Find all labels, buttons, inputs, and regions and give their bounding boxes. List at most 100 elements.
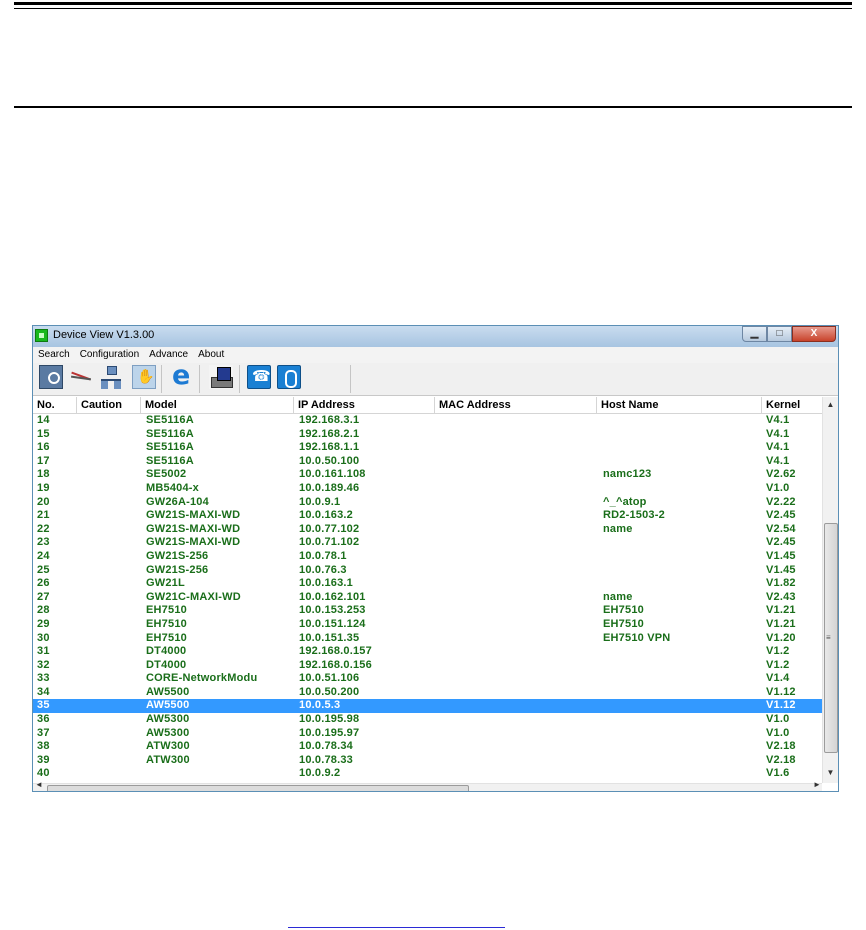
table-row[interactable]: 34 AW5500 10.0.50.200 V1.12 [33,686,822,700]
table-row[interactable]: 30 EH7510 10.0.151.35 EH7510 VPN V1.20 [33,632,822,646]
cell-kernel: V1.20 [766,631,796,644]
cell-ip: 192.168.0.156 [299,658,372,671]
cell-model: EH7510 [146,604,187,617]
cell-kernel: V1.0 [766,713,790,726]
table-row[interactable]: 39 ATW300 10.0.78.33 V2.18 [33,754,822,768]
vertical-scrollbar[interactable]: ▲ ≡ ▼ [822,397,838,783]
phone-icon[interactable] [247,365,271,389]
col-header-host[interactable]: Host Name [597,397,762,413]
col-header-caution[interactable]: Caution [77,397,141,413]
table-row[interactable]: 14 SE5116A 192.168.3.1 V4.1 [33,414,822,428]
maximize-button[interactable]: □ [767,326,792,342]
col-header-model[interactable]: Model [141,397,294,413]
table-row[interactable]: 19 MB5404-x 10.0.189.46 V1.0 [33,482,822,496]
table-row[interactable]: 15 SE5116A 192.168.2.1 V4.1 [33,428,822,442]
internet-explorer-icon[interactable] [169,360,193,391]
scroll-right-icon[interactable]: ► [813,780,821,789]
cell-kernel: V2.62 [766,468,796,481]
table-row[interactable]: 21 GW21S-MAXI-WD 10.0.163.2 RD2-1503-2 V2.45 [33,509,822,523]
cell-ip: 10.0.77.102 [299,522,360,535]
cell-no: 38 [37,740,50,753]
cell-model: GW21C-MAXI-WD [146,590,241,603]
col-header-kernel[interactable]: Kernel [762,397,822,413]
col-header-mac[interactable]: MAC Address [435,397,597,413]
table-row[interactable]: 17 SE5116A 10.0.50.100 V4.1 [33,455,822,469]
cell-no: 28 [37,604,50,617]
table-row[interactable]: 37 AW5300 10.0.195.97 V1.0 [33,727,822,741]
cell-model: DT4000 [146,645,187,658]
title-bar[interactable]: Device View V1.3.00 ▁ □ X [33,326,838,347]
scroll-up-icon[interactable]: ▲ [823,397,838,413]
table-row[interactable]: 26 GW21L 10.0.163.1 V1.82 [33,577,822,591]
cable-icon[interactable] [69,365,93,389]
col-header-no[interactable]: No. [33,397,77,413]
table-row[interactable]: 32 DT4000 192.168.0.156 V1.2 [33,659,822,673]
table-row[interactable]: 36 AW5300 10.0.195.98 V1.0 [33,713,822,727]
table-row[interactable]: 23 GW21S-MAXI-WD 10.0.71.102 V2.45 [33,536,822,550]
table-row[interactable]: 22 GW21S-MAXI-WD 10.0.77.102 name V2.54 [33,523,822,537]
cell-ip: 10.0.78.1 [299,549,347,562]
search-device-icon[interactable] [39,365,63,389]
document-link-underline[interactable] [288,927,505,928]
table-row[interactable]: 29 EH7510 10.0.151.124 EH7510 V1.21 [33,618,822,632]
cell-ip: 10.0.9.1 [299,495,341,508]
horizontal-scrollbar[interactable]: ◄ ► [33,780,822,791]
col-header-ip[interactable]: IP Address [294,397,435,413]
cell-model: GW21S-MAXI-WD [146,522,241,535]
cell-ip: 10.0.189.46 [299,481,360,494]
table-row[interactable]: 40 10.0.9.2 V1.6 [33,767,822,781]
scroll-left-icon[interactable]: ◄ [35,780,43,789]
table-row[interactable]: 16 SE5116A 192.168.1.1 V4.1 [33,441,822,455]
menu-search[interactable]: Search [33,347,75,363]
cell-ip: 10.0.163.2 [299,509,353,522]
cell-ip: 10.0.78.33 [299,753,353,766]
cell-ip: 10.0.71.102 [299,536,360,549]
table-row[interactable]: 38 ATW300 10.0.78.34 V2.18 [33,740,822,754]
cell-no: 34 [37,685,50,698]
cell-kernel: V2.18 [766,740,796,753]
scroll-grip-icon: ≡ [826,633,831,642]
scroll-down-icon[interactable]: ▼ [823,765,838,781]
table-row[interactable]: 31 DT4000 192.168.0.157 V1.2 [33,645,822,659]
close-button[interactable]: X [792,326,836,342]
cell-no: 40 [37,767,50,780]
cell-kernel: V1.45 [766,549,796,562]
table-row[interactable]: 18 SE5002 10.0.161.108 namc123 V2.62 [33,468,822,482]
table-row[interactable]: 28 EH7510 10.0.153.253 EH7510 V1.21 [33,604,822,618]
cell-kernel: V2.18 [766,753,796,766]
table-row[interactable]: 33 CORE-NetworkModu 10.0.51.106 V1.4 [33,672,822,686]
cell-ip: 10.0.153.253 [299,604,366,617]
cell-ip: 10.0.78.34 [299,740,353,753]
table-row[interactable]: 24 GW21S-256 10.0.78.1 V1.45 [33,550,822,564]
cell-kernel: V1.2 [766,645,790,658]
cell-no: 36 [37,713,50,726]
table-row[interactable]: 25 GW21S-256 10.0.76.3 V1.45 [33,564,822,578]
cell-no: 20 [37,495,50,508]
cell-ip: 10.0.5.3 [299,699,341,712]
menu-about[interactable]: About [193,347,229,363]
cell-no: 21 [37,509,50,522]
menu-configuration[interactable]: Configuration [75,347,144,363]
cell-model: MB5404-x [146,481,199,494]
page-top-rule [14,2,852,5]
minimize-button[interactable]: ▁ [742,326,767,342]
mouse-icon[interactable] [277,365,301,389]
cell-model: AW5300 [146,713,190,726]
cell-ip: 10.0.9.2 [299,767,341,780]
hscroll-thumb[interactable] [47,785,469,791]
cell-model: SE5116A [146,414,194,426]
cell-no: 16 [37,441,50,454]
cell-model: ATW300 [146,753,190,766]
cell-kernel: V4.1 [766,414,790,426]
cell-model: SE5116A [146,427,194,440]
hand-icon[interactable] [132,365,156,389]
print-icon[interactable] [209,365,233,389]
network-icon[interactable] [99,365,123,389]
cell-kernel: V1.45 [766,563,796,576]
cell-model: GW21S-MAXI-WD [146,509,241,522]
cell-model: SE5116A [146,454,194,467]
cell-ip: 10.0.161.108 [299,468,366,481]
table-row[interactable]: 35 AW5500 10.0.5.3 V1.12 [33,699,822,714]
table-row[interactable]: 27 GW21C-MAXI-WD 10.0.162.101 name V2.43 [33,591,822,605]
table-row[interactable]: 20 GW26A-104 10.0.9.1 ^_^atop V2.22 [33,496,822,510]
